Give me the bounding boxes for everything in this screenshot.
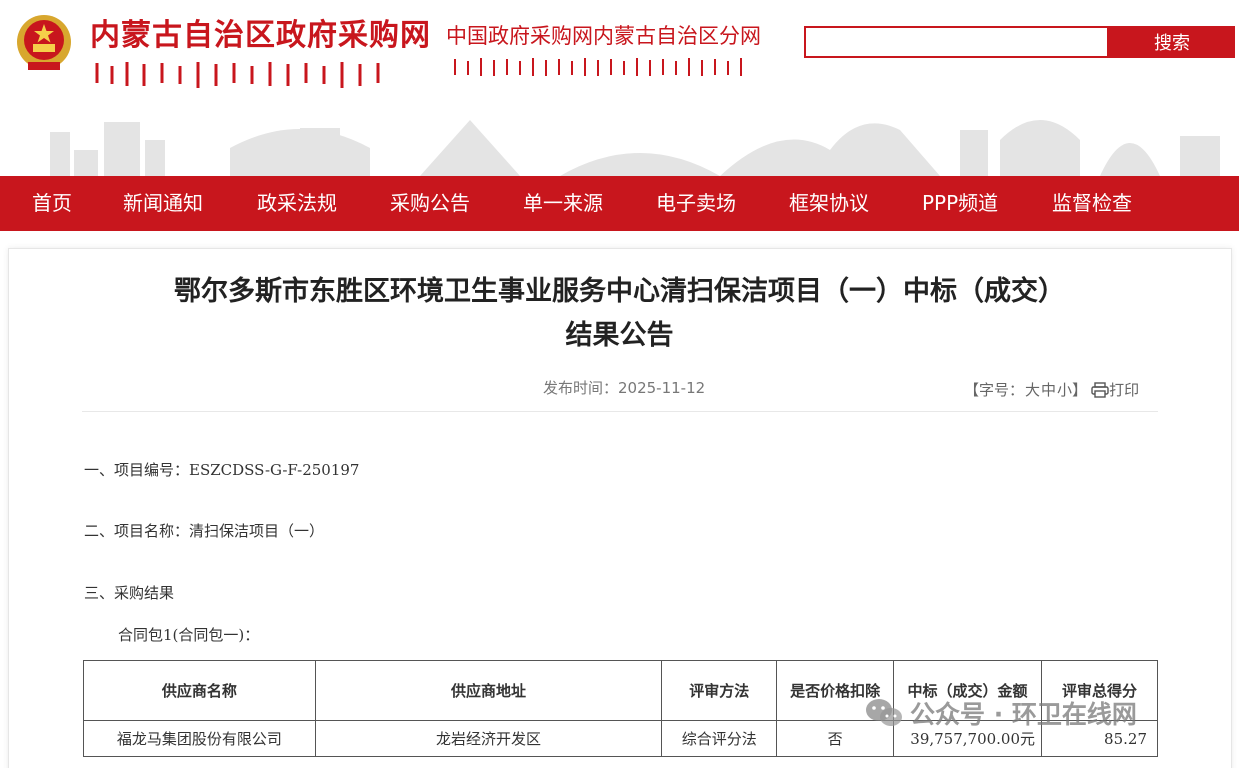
wechat-icon: [866, 699, 902, 726]
font-size-medium[interactable]: 中: [1041, 379, 1056, 400]
col-header-supplier-address: 供应商地址: [314, 660, 663, 721]
font-size-large[interactable]: 大: [1025, 379, 1040, 400]
cell-review-method: 综合评分法: [661, 720, 778, 757]
mongolian-script-subtitle: [454, 58, 742, 76]
section-project-name: 二、项目名称：清扫保洁项目（一）: [84, 522, 325, 540]
nav-item-e-mall[interactable]: 电子卖场: [656, 176, 736, 231]
main-nav: 首页 新闻通知 政采法规 采购公告 单一来源 电子卖场 框架协议 PPP频道 监…: [0, 176, 1239, 231]
nav-item-ppp[interactable]: PPP频道: [922, 176, 998, 231]
national-emblem-logo: [17, 15, 71, 70]
section-project-number: 一、项目编号：ESZCDSS-G-F-250197: [84, 461, 360, 479]
font-size-tools: 【字号： 大 中 小 】 打印: [964, 379, 1139, 400]
publish-time: 发布时间：2025-11-12: [543, 379, 706, 397]
nav-item-supervision[interactable]: 监督检查: [1052, 176, 1132, 231]
header-divider: [82, 411, 1158, 412]
print-icon[interactable]: [1091, 381, 1109, 398]
watermark-text: 公众号 · 环卫在线网: [910, 700, 1137, 729]
article-title-line-2: 结果公告: [565, 320, 674, 351]
contract-package-label: 合同包1(合同包一)：: [118, 626, 260, 644]
print-link[interactable]: 打印: [1109, 379, 1139, 400]
nav-item-home[interactable]: 首页: [32, 176, 72, 231]
watermark: 公众号 · 环卫在线网: [864, 695, 1137, 731]
section-procurement-result: 三、采购结果: [84, 584, 175, 602]
site-subtitle: 中国政府采购网内蒙古自治区分网: [446, 24, 761, 48]
nav-item-news[interactable]: 新闻通知: [123, 176, 203, 231]
city-skyline-banner: [50, 120, 1220, 176]
search-button[interactable]: 搜索: [1109, 26, 1235, 58]
cell-supplier-address: 龙岩经济开发区: [314, 720, 663, 757]
col-header-review-method: 评审方法: [661, 660, 778, 721]
nav-item-single-source[interactable]: 单一来源: [523, 176, 603, 231]
article-title: 鄂尔多斯市东胜区环境卫生事业服务中心清扫保洁项目（一）中标（成交） 结果公告: [0, 270, 1239, 358]
mongolian-script-title: [95, 62, 380, 88]
nav-item-procurement-notices[interactable]: 采购公告: [390, 176, 470, 231]
nav-item-framework-agreement[interactable]: 框架协议: [789, 176, 869, 231]
search-input[interactable]: [804, 26, 1109, 58]
col-header-supplier-name: 供应商名称: [83, 660, 316, 721]
article-title-line-1: 鄂尔多斯市东胜区环境卫生事业服务中心清扫保洁项目（一）中标（成交）: [174, 276, 1065, 307]
nav-item-regulations[interactable]: 政采法规: [257, 176, 337, 231]
font-size-suffix: 】: [1072, 381, 1088, 399]
site-header: 内蒙古自治区政府采购网 中国政府采购网内蒙古自治区分网 搜索: [0, 0, 1239, 176]
font-size-small[interactable]: 小: [1057, 379, 1072, 400]
font-size-prefix: 【字号：: [964, 381, 1025, 399]
site-title[interactable]: 内蒙古自治区政府采购网: [90, 10, 431, 54]
cell-supplier-name: 福龙马集团股份有限公司: [83, 720, 316, 757]
